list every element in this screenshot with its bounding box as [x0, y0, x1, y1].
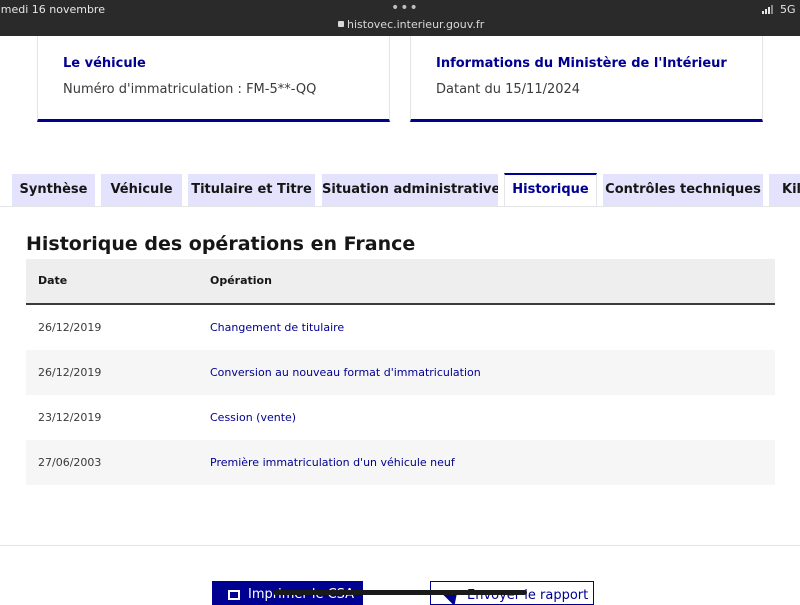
- table-row: 27/06/2003 Première immatriculation d'un…: [26, 440, 775, 485]
- home-indicator[interactable]: [273, 590, 527, 595]
- column-header-operation: Opération: [210, 274, 272, 287]
- lock-icon: [338, 21, 344, 27]
- network-label: 5G: [780, 3, 796, 16]
- tab-historique[interactable]: Historique: [504, 173, 597, 207]
- url-text: histovec.interieur.gouv.fr: [347, 18, 485, 31]
- table-row: 26/12/2019 Changement de titulaire: [26, 305, 775, 350]
- send-icon: [443, 586, 463, 604]
- table-row: 26/12/2019 Conversion au nouveau format …: [26, 350, 775, 395]
- tab-titulaire[interactable]: Titulaire et Titre: [188, 174, 315, 206]
- tab-controles[interactable]: Contrôles techniques: [603, 174, 763, 206]
- row-operation: Cession (vente): [210, 411, 297, 424]
- panel-title: Historique des opérations en France: [26, 233, 416, 255]
- vehicle-card-title: Le véhicule: [63, 56, 146, 71]
- signal-icon: [762, 4, 776, 14]
- column-header-date: Date: [38, 274, 68, 287]
- status-bar: amedi 16 novembre ••• histovec.interieur…: [0, 0, 800, 36]
- row-date: 26/12/2019: [38, 366, 102, 379]
- more-dots-icon[interactable]: •••: [391, 0, 419, 16]
- tab-bar: Synthèse Véhicule Titulaire et Titre Sit…: [0, 173, 800, 207]
- tab-kilometrage[interactable]: Kilo: [769, 174, 800, 206]
- row-operation: Changement de titulaire: [210, 321, 345, 334]
- vehicle-card: Le véhicule Numéro d'immatriculation : F…: [37, 36, 390, 122]
- tab-synthese[interactable]: Synthèse: [12, 174, 95, 206]
- row-date: 27/06/2003: [38, 456, 102, 469]
- network-status: 5G: [762, 3, 796, 16]
- tab-situation[interactable]: Situation administrative: [322, 174, 498, 206]
- table-row: 23/12/2019 Cession (vente): [26, 395, 775, 440]
- printer-icon: [228, 590, 240, 600]
- ministry-card: Informations du Ministère de l'Intérieur…: [410, 36, 763, 122]
- history-panel: Historique des opérations en France Date…: [0, 206, 800, 546]
- table-header: Date Opération: [26, 259, 775, 305]
- tab-vehicule[interactable]: Véhicule: [101, 174, 182, 206]
- ministry-card-title: Informations du Ministère de l'Intérieur: [436, 56, 727, 71]
- row-operation: Première immatriculation d'un véhicule n…: [210, 456, 455, 469]
- status-date: amedi 16 novembre: [0, 3, 105, 16]
- row-date: 23/12/2019: [38, 411, 102, 424]
- registration-number: Numéro d'immatriculation : FM-5**-QQ: [63, 82, 317, 97]
- row-date: 26/12/2019: [38, 321, 102, 334]
- row-operation: Conversion au nouveau format d'immatricu…: [210, 366, 481, 379]
- address-bar[interactable]: histovec.interieur.gouv.fr: [338, 18, 484, 31]
- data-date: Datant du 15/11/2024: [436, 82, 581, 97]
- history-table: Date Opération 26/12/2019 Changement de …: [26, 259, 775, 485]
